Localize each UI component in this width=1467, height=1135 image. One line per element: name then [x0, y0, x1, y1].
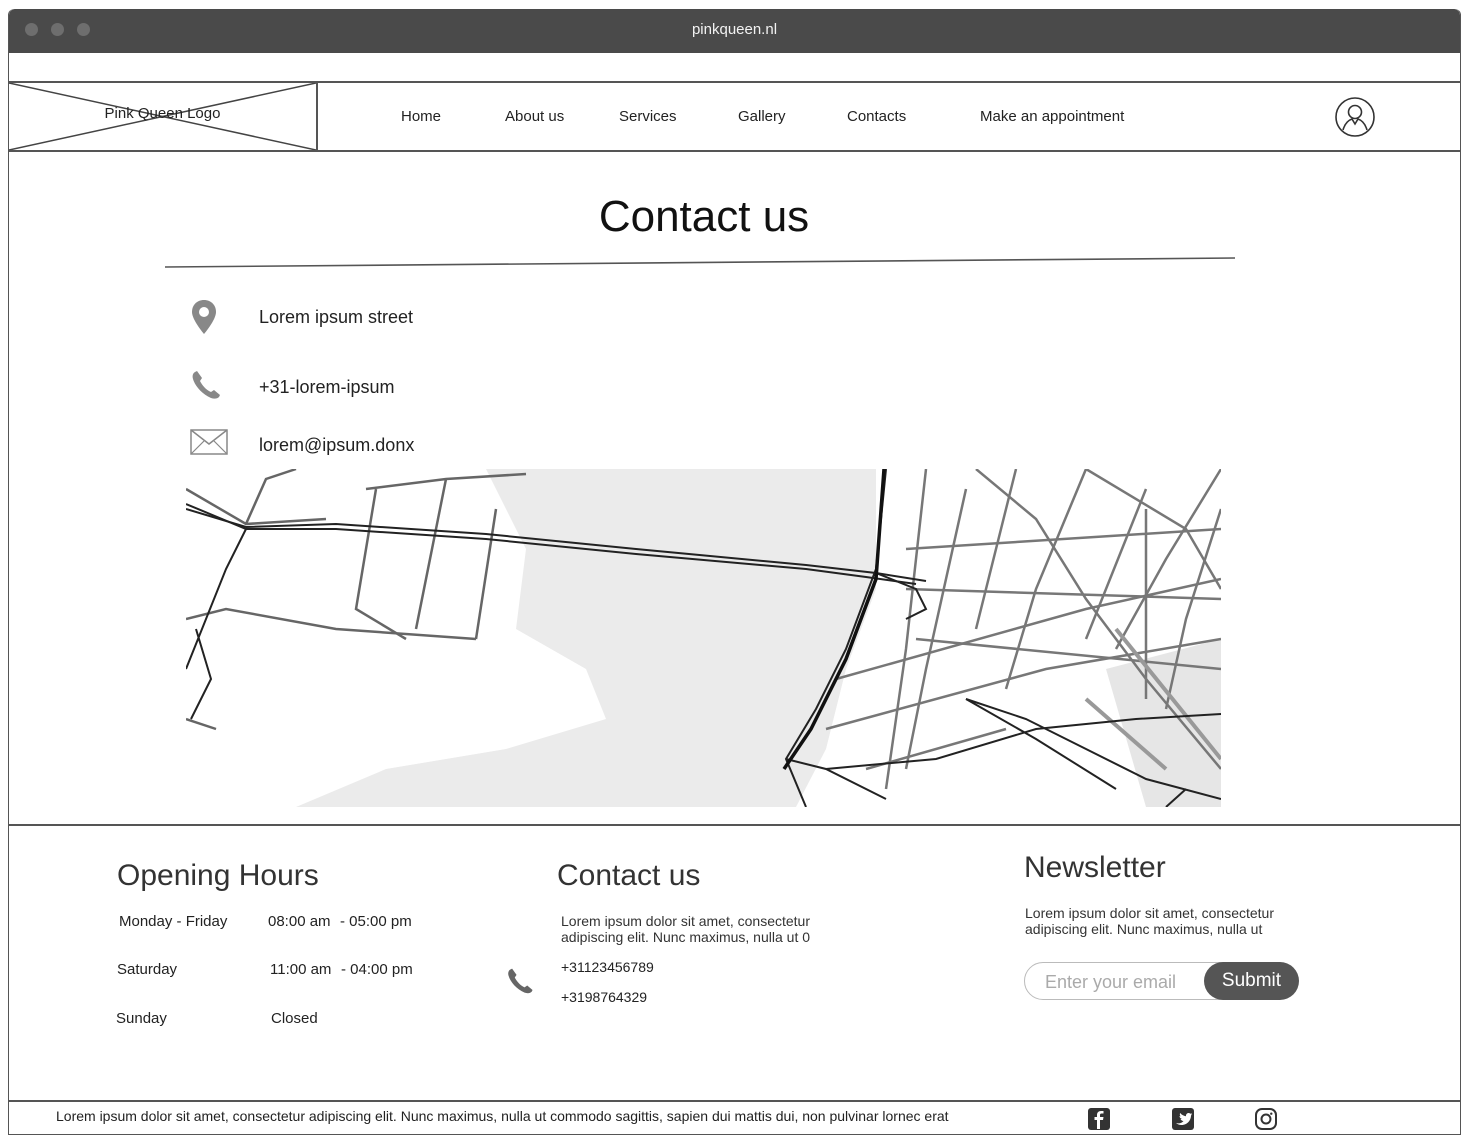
phone-text: +31-lorem-ipsum [259, 377, 395, 397]
hours-open: 08:00 am [268, 913, 331, 930]
instagram-icon [1255, 1108, 1277, 1130]
twitter-link[interactable] [1171, 1107, 1195, 1131]
footer-divider [9, 824, 1460, 826]
newsletter-title: Newsletter [1024, 851, 1166, 884]
nav-contacts[interactable]: Contacts [847, 108, 906, 125]
newsletter-submit-button[interactable]: Submit [1204, 962, 1299, 1000]
hours-close: - 05:00 pm [340, 913, 412, 930]
bottom-divider [9, 1100, 1460, 1102]
nav-home[interactable]: Home [401, 108, 441, 125]
map-image[interactable] [186, 469, 1221, 807]
twitter-icon [1172, 1108, 1194, 1130]
facebook-link[interactable] [1087, 1107, 1111, 1131]
newsletter-email-input[interactable] [1043, 969, 1207, 995]
user-icon [1335, 97, 1375, 137]
envelope-icon [190, 429, 228, 455]
location-pin-icon [192, 300, 216, 334]
title-divider [165, 257, 1236, 268]
footer-phone-1: +31123456789 [561, 959, 654, 975]
newsletter-description-line2: adipiscing elit. Nunc maximus, nulla ut [1025, 921, 1263, 937]
phone-icon [508, 968, 533, 994]
hours-close: - 04:00 pm [341, 961, 413, 978]
nav-services[interactable]: Services [619, 108, 677, 125]
hours-open: 11:00 am [270, 961, 332, 978]
facebook-icon [1088, 1108, 1110, 1130]
footer-contact-description-line2: adipiscing elit. Nunc maximus, nulla ut … [561, 929, 811, 945]
footer-contact-description-line1: Lorem ipsum dolor sit amet, consectetur [561, 913, 810, 929]
hours-open: Closed [271, 1010, 318, 1027]
page-url: pinkqueen.nl [691, 21, 778, 38]
instagram-link[interactable] [1254, 1107, 1278, 1131]
opening-hours-title: Opening Hours [117, 859, 319, 892]
email-text: lorem@ipsum.donx [259, 435, 415, 455]
address-text: Lorem ipsum street [259, 307, 414, 327]
footer-contact-title: Contact us [557, 859, 701, 892]
title-bar: pinkqueen.nl [9, 9, 1460, 53]
page-title: Contact us [598, 192, 810, 241]
newsletter-description-line1: Lorem ipsum dolor sit amet, consectetur [1025, 905, 1274, 921]
nav-make-appointment[interactable]: Make an appointment [980, 108, 1124, 125]
street-map [186, 469, 1221, 807]
logo-placeholder[interactable]: Pink Queen Logo [9, 83, 318, 150]
footer-phone-2: +3198764329 [561, 989, 648, 1005]
hours-day: Sunday [116, 1010, 167, 1027]
hours-day: Monday - Friday [119, 913, 228, 930]
nav-about-us[interactable]: About us [505, 108, 564, 125]
phone-icon [192, 371, 220, 399]
logo-text: Pink Queen Logo [104, 105, 221, 122]
footer-copy-text: Lorem ipsum dolor sit amet, consectetur … [56, 1108, 949, 1124]
nav-gallery[interactable]: Gallery [738, 108, 786, 125]
hours-day: Saturday [117, 961, 178, 978]
user-account-button[interactable] [1335, 97, 1375, 137]
site-header: Pink Queen Logo Home About us Services G… [9, 81, 1460, 152]
browser-window: pinkqueen.nl Pink Queen Logo Home About … [8, 9, 1461, 1135]
